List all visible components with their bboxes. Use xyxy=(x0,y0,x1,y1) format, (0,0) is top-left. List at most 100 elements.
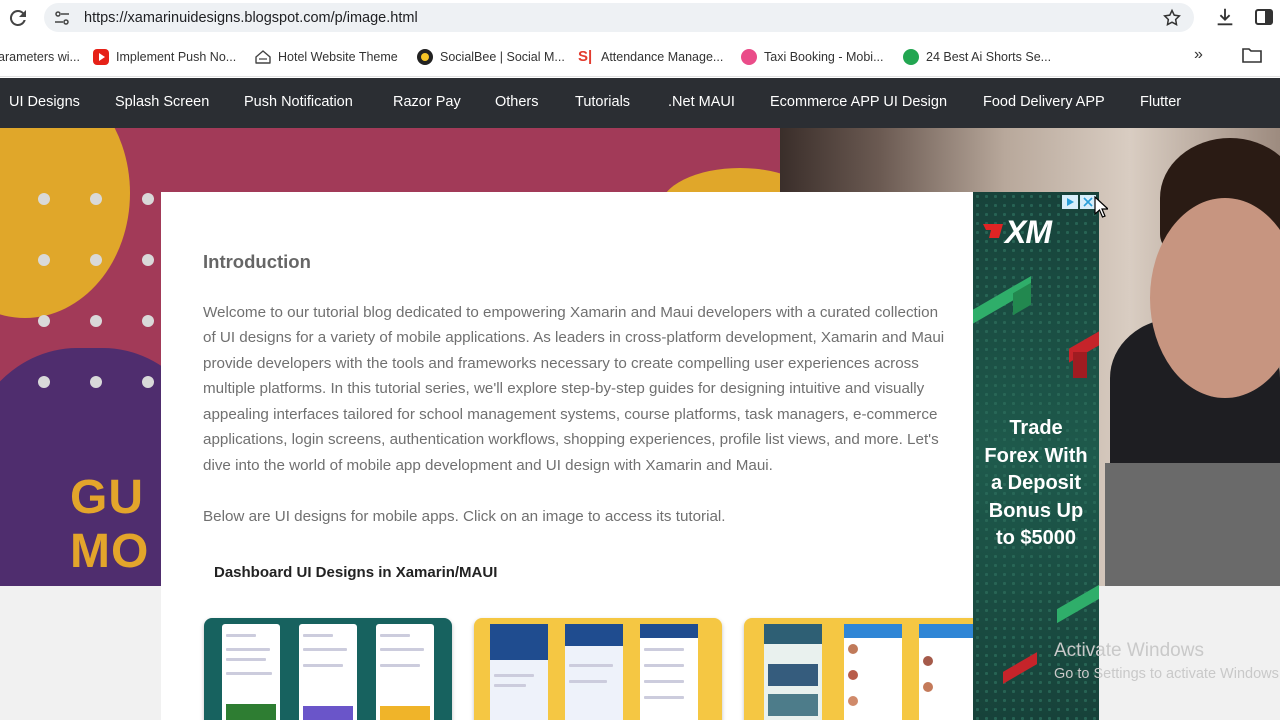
reload-icon[interactable] xyxy=(6,6,30,30)
dashboard-design-thumbnail[interactable] xyxy=(474,618,722,720)
intro-line: appealing interfaces tailored for school… xyxy=(203,406,938,423)
download-icon[interactable] xyxy=(1214,6,1236,28)
bookmark-item[interactable]: Taxi Booking - Mobi... xyxy=(741,48,884,66)
mini-screen xyxy=(640,624,698,720)
bookmark-item[interactable]: arameters wi... xyxy=(0,48,80,66)
nav-net-maui[interactable]: .Net MAUI xyxy=(668,94,735,110)
intro-title: Introduction xyxy=(203,251,311,272)
mouse-cursor-icon xyxy=(1094,196,1108,218)
nav-flutter[interactable]: Flutter xyxy=(1140,94,1181,110)
mini-line xyxy=(226,672,272,675)
watermark-line1: Activate Windows xyxy=(1054,640,1204,661)
watermark-line2: Go to Settings to activate Windows. xyxy=(1054,666,1280,682)
mini-header xyxy=(919,624,973,638)
ad-headline: Trade xyxy=(1009,417,1063,439)
mini-line xyxy=(494,674,534,677)
mini-line xyxy=(226,658,266,661)
hero-dot xyxy=(38,376,50,388)
hero-dot xyxy=(90,376,102,388)
ad-brand: XM xyxy=(1005,214,1052,250)
mini-screen xyxy=(376,624,434,720)
bookmark-item[interactable]: S| Attendance Manage... xyxy=(578,48,723,66)
mini-line xyxy=(380,634,410,637)
mini-screen xyxy=(299,624,357,720)
mini-header xyxy=(764,624,822,644)
intro-line: applications, login screens, authenticat… xyxy=(203,431,939,448)
more-bookmarks-chevron-icon[interactable]: » xyxy=(1194,46,1203,64)
folder-icon[interactable] xyxy=(1242,47,1262,63)
nav-push-notification[interactable]: Push Notification xyxy=(244,94,353,110)
mini-screen xyxy=(222,624,280,720)
bookmark-label: Attendance Manage... xyxy=(601,50,724,64)
mini-line xyxy=(644,696,684,699)
bookmark-label: 24 Best Ai Shorts Se... xyxy=(926,50,1052,64)
dashboard-design-thumbnail[interactable] xyxy=(744,618,973,720)
hero-dot xyxy=(142,315,154,327)
hero-shape xyxy=(0,128,130,318)
hero-dot xyxy=(142,193,154,205)
mini-screen xyxy=(844,624,902,720)
mini-line xyxy=(226,634,256,637)
mini-avatar xyxy=(848,670,858,680)
bookmark-label: SocialBee | Social M... xyxy=(440,50,565,64)
mini-header xyxy=(565,624,623,646)
section-title: Dashboard UI Designs in Xamarin/MAUI xyxy=(214,564,498,581)
bookmark-item[interactable]: Implement Push No... xyxy=(93,48,236,66)
hero-heading-line2: MO xyxy=(70,525,150,578)
mini-header xyxy=(490,624,548,660)
nav-razor-pay[interactable]: Razor Pay xyxy=(393,94,461,110)
nav-others[interactable]: Others xyxy=(495,94,539,110)
bookmark-item[interactable]: 24 Best Ai Shorts Se... xyxy=(903,48,1051,66)
site-nav: UI Designs Splash Screen Push Notificati… xyxy=(0,78,1280,128)
ad-choices[interactable] xyxy=(1062,195,1098,209)
bookmark-label: arameters wi... xyxy=(0,50,80,64)
green-leaf-icon xyxy=(903,49,919,65)
intro-line: dive into the world of mobile app develo… xyxy=(203,457,773,474)
mini-avatar xyxy=(923,682,933,692)
socialbee-icon xyxy=(417,49,433,65)
hero-heading-line1: GU xyxy=(70,471,144,524)
mini-header xyxy=(640,624,698,638)
nav-splash-screen[interactable]: Splash Screen xyxy=(115,94,209,110)
mini-line xyxy=(569,680,607,683)
mini-screen xyxy=(764,624,822,720)
mini-line xyxy=(569,664,613,667)
ad-headline: Forex With xyxy=(984,445,1088,467)
browser-toolbar: https://xamarinuidesigns.blogspot.com/p/… xyxy=(0,0,1280,36)
hero-dot xyxy=(90,315,102,327)
ad-info-icon[interactable] xyxy=(1062,195,1078,209)
mini-image xyxy=(380,706,430,720)
hero-dot xyxy=(90,254,102,266)
windows-activation-watermark: Activate Windows Go to Settings to activ… xyxy=(1054,640,1280,682)
dashboard-design-thumbnail[interactable] xyxy=(204,618,452,720)
address-bar[interactable]: https://xamarinuidesigns.blogspot.com/p/… xyxy=(44,3,1194,32)
hero-dot xyxy=(142,254,154,266)
side-panel-icon[interactable] xyxy=(1254,7,1274,27)
site-settings-icon[interactable] xyxy=(54,10,70,26)
ad-chart-bar xyxy=(1073,352,1087,378)
bookmark-item[interactable]: SocialBee | Social M... xyxy=(417,48,565,66)
intro-line: Welcome to our tutorial blog dedicated t… xyxy=(203,304,939,321)
hero-dot xyxy=(38,315,50,327)
xm-logo-icon xyxy=(983,224,1003,238)
nav-ecommerce-app-ui-design[interactable]: Ecommerce APP UI Design xyxy=(770,94,947,110)
nav-ui-designs[interactable]: UI Designs xyxy=(9,94,80,110)
mini-line xyxy=(380,664,420,667)
mini-screen xyxy=(565,624,623,720)
mini-line xyxy=(226,648,270,651)
dribbble-icon xyxy=(741,49,757,65)
mini-image xyxy=(768,664,818,686)
bookmark-label: Hotel Website Theme xyxy=(278,50,398,64)
mini-line xyxy=(644,664,684,667)
bookmark-item[interactable]: Hotel Website Theme xyxy=(255,48,398,66)
bookmark-star-icon[interactable] xyxy=(1162,8,1182,28)
mini-header xyxy=(844,624,902,638)
bookmarks-bar: arameters wi... Implement Push No... Hot… xyxy=(0,36,1280,77)
nav-food-delivery-app[interactable]: Food Delivery APP xyxy=(983,94,1105,110)
bookmark-label: Taxi Booking - Mobi... xyxy=(764,50,884,64)
bookmark-label: Implement Push No... xyxy=(116,50,237,64)
mini-line xyxy=(494,684,526,687)
url-text[interactable]: https://xamarinuidesigns.blogspot.com/p/… xyxy=(84,10,418,26)
nav-tutorials[interactable]: Tutorials xyxy=(575,94,630,110)
hero-photo-part xyxy=(1105,463,1280,586)
